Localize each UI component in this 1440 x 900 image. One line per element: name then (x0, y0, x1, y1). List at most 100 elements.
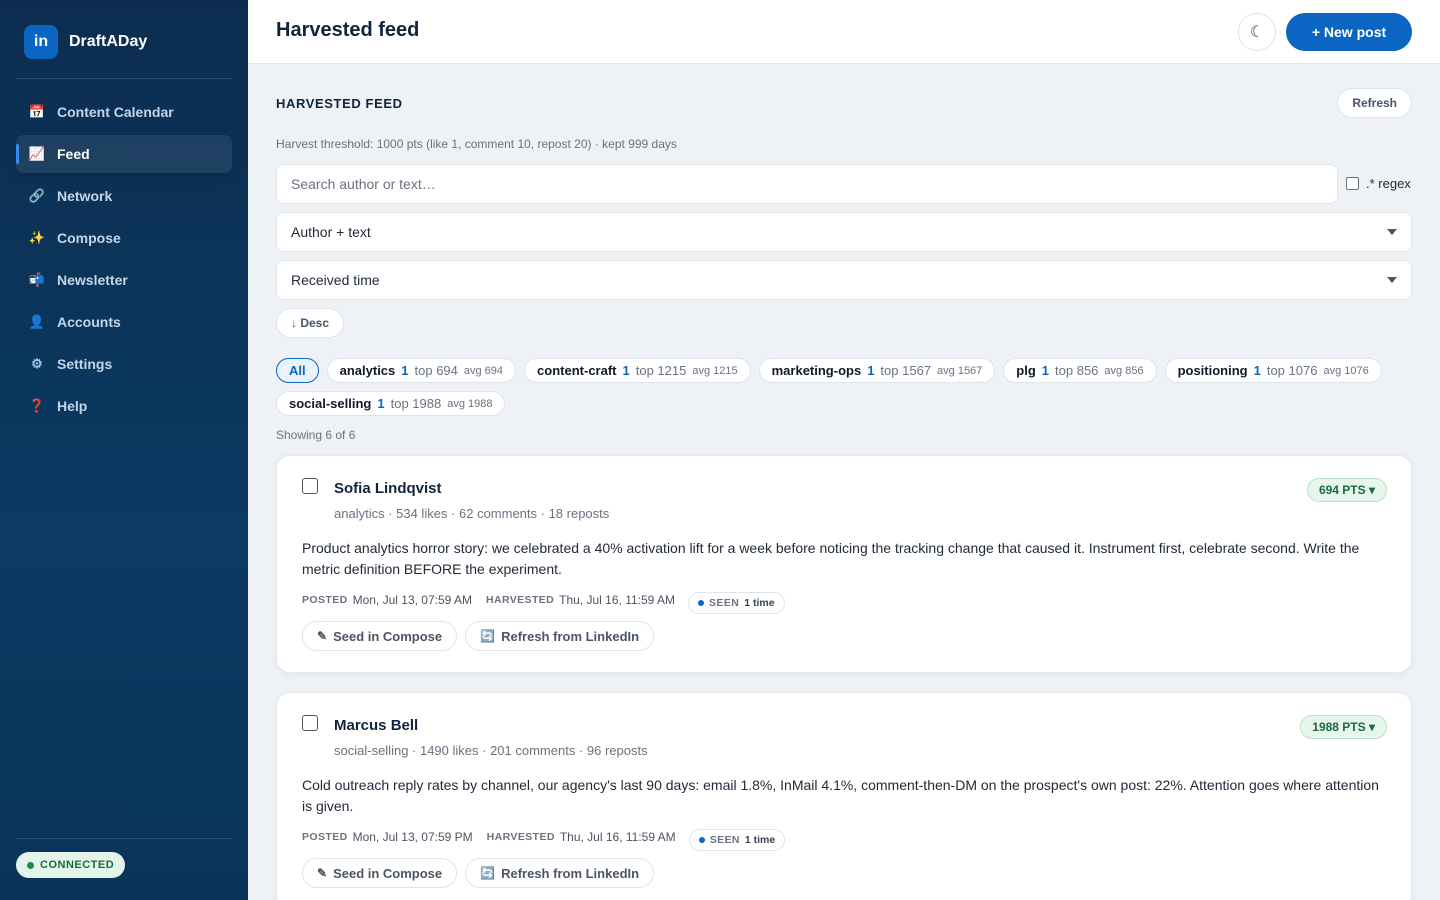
sidebar-item-network[interactable]: 🔗 Network (16, 177, 232, 215)
chip-avg: avg 856 (1104, 364, 1144, 377)
chip-top: top 856 (1055, 363, 1099, 378)
sidebar-item-feed[interactable]: 📈 Feed (16, 135, 232, 173)
chip-avg: avg 1076 (1323, 364, 1369, 377)
new-post-button[interactable]: + New post (1286, 13, 1412, 51)
sidebar-item-help[interactable]: ❓ Help (16, 387, 232, 425)
sidebar-divider (16, 78, 232, 79)
sidebar-item-settings[interactable]: ⚙ Settings (16, 345, 232, 383)
harvested-label: HARVESTED (485, 594, 555, 606)
seen-badge: SEEN 1 time (688, 829, 786, 851)
refresh-icon: 🔄 (480, 866, 496, 880)
seen-dot-icon (698, 600, 705, 606)
sidebar-item-accounts[interactable]: 👤 Accounts (16, 303, 232, 341)
pencil-icon: ✎ (317, 866, 328, 880)
seed-in-compose-label: Seed in Compose (333, 628, 443, 644)
seen-value: 1 time (744, 597, 775, 609)
status-dot-icon (27, 861, 34, 869)
sparkles-icon: ✨ (28, 230, 46, 245)
post-author[interactable]: Marcus Bell (334, 717, 418, 734)
seen-dot-icon (698, 837, 705, 843)
sidebar-divider (16, 838, 232, 839)
theme-toggle-button[interactable]: ☾ (1238, 13, 1276, 51)
chip-count: 1 (622, 363, 630, 378)
link-icon: 🔗 (28, 188, 46, 203)
chip-all[interactable]: All (276, 358, 319, 383)
page-title: Harvested feed (276, 19, 420, 41)
points-badge[interactable]: 694 PTS ▾ (1306, 478, 1387, 502)
sort-order-button[interactable]: ↓ Desc (276, 308, 345, 338)
refresh-button[interactable]: Refresh (1337, 88, 1412, 118)
chip-name: analytics (339, 363, 396, 378)
chip-count: 1 (1253, 363, 1261, 378)
posted-time: Mon, Jul 13, 07:59 AM (352, 593, 472, 607)
post-select-checkbox[interactable] (302, 715, 318, 731)
chip-top: top 1076 (1266, 363, 1318, 378)
post-text: Product analytics horror story: we celeb… (302, 540, 1360, 577)
search-scope-value: Author + text (291, 224, 371, 240)
chip-avg: avg 694 (463, 364, 504, 377)
harvest-threshold-text: Harvest threshold: 1000 pts (like 1, com… (276, 137, 677, 151)
chip-marketing-ops[interactable]: marketing-ops 1 top 1567 avg 1567 (758, 358, 996, 383)
regex-toggle[interactable]: .* regex (1346, 176, 1411, 191)
regex-checkbox[interactable] (1346, 177, 1359, 190)
sidebar-item-compose[interactable]: ✨ Compose (16, 219, 232, 257)
chip-avg: avg 1988 (447, 397, 493, 410)
chip-count: 1 (867, 363, 875, 378)
chip-name: content-craft (537, 363, 617, 378)
app-name: DraftADay (69, 33, 148, 50)
chevron-down-icon (1387, 229, 1397, 235)
seed-in-compose-button[interactable]: ✎ Seed in Compose (302, 858, 458, 888)
chip-name: social-selling (289, 396, 372, 411)
sidebar-nav: 📅 Content Calendar 📈 Feed 🔗 Network ✨ Co… (16, 93, 232, 429)
post-text: Cold outreach reply rates by channel, ou… (302, 777, 1379, 814)
sidebar: in DraftADay 📅 Content Calendar 📈 Feed 🔗… (0, 0, 248, 900)
sidebar-item-label: Help (57, 398, 88, 414)
refresh-from-linkedin-button[interactable]: 🔄 Refresh from LinkedIn (465, 621, 655, 651)
search-input[interactable] (276, 164, 1338, 204)
post-actions: ✎ Seed in Compose 🔄 Refresh from LinkedI… (302, 858, 655, 888)
sidebar-item-label: Feed (57, 146, 90, 162)
chip-name: plg (1016, 363, 1036, 378)
chip-content-craft[interactable]: content-craft 1 top 1215 avg 1215 (524, 358, 751, 383)
post-card: Marcus Bell social-selling · 1490 likes … (276, 692, 1412, 900)
question-icon: ❓ (28, 398, 46, 413)
gear-icon: ⚙ (31, 356, 43, 371)
chip-positioning[interactable]: positioning 1 top 1076 avg 1076 (1164, 358, 1382, 383)
chip-top: top 1567 (880, 363, 932, 378)
post-select-checkbox[interactable] (302, 478, 318, 494)
section-title: HARVESTED FEED (276, 96, 403, 111)
posted-label: POSTED (302, 594, 348, 606)
post-author[interactable]: Sofia Lindqvist (334, 480, 442, 497)
top-bar: Harvested feed ☾ + New post (248, 0, 1440, 64)
chevron-down-icon (1387, 277, 1397, 283)
chip-plg[interactable]: plg 1 top 856 avg 856 (1003, 358, 1157, 383)
chip-top: top 694 (414, 363, 458, 378)
refresh-from-linkedin-label: Refresh from LinkedIn (501, 628, 640, 644)
user-icon: 👤 (28, 314, 46, 329)
brand[interactable]: in DraftADay (24, 25, 147, 59)
seen-badge: SEEN 1 time (688, 592, 785, 614)
chip-analytics[interactable]: analytics 1 top 694 avg 694 (326, 358, 517, 383)
seed-in-compose-button[interactable]: ✎ Seed in Compose (302, 621, 458, 651)
sort-field-value: Received time (291, 272, 380, 288)
search-scope-select[interactable]: Author + text (276, 212, 1412, 252)
chart-icon: 📈 (28, 146, 46, 161)
harvested-time: Thu, Jul 16, 11:59 AM (559, 593, 676, 607)
chip-count: 1 (377, 396, 385, 411)
chip-count: 1 (1041, 363, 1050, 378)
chip-avg: avg 1215 (692, 364, 738, 377)
post-timestamps: POSTED Mon, Jul 13, 07:59 PM HARVESTED T… (302, 823, 786, 851)
chip-social-selling[interactable]: social-selling 1 top 1988 avg 1988 (276, 391, 506, 416)
refresh-from-linkedin-button[interactable]: 🔄 Refresh from LinkedIn (465, 858, 655, 888)
harvested-label: HARVESTED (486, 831, 555, 843)
sidebar-item-content-calendar[interactable]: 📅 Content Calendar (16, 93, 232, 131)
pencil-icon: ✎ (317, 629, 328, 643)
sidebar-item-newsletter[interactable]: 📬 Newsletter (16, 261, 232, 299)
moon-icon: ☾ (1249, 24, 1265, 41)
calendar-icon: 📅 (28, 104, 46, 119)
topic-filter-chips: All analytics 1 top 694 avg 694 content-… (276, 358, 1412, 416)
sort-field-select[interactable]: Received time (276, 260, 1412, 300)
sidebar-item-label: Compose (57, 230, 121, 246)
posted-label: POSTED (302, 831, 348, 843)
points-badge[interactable]: 1988 PTS ▾ (1300, 715, 1387, 739)
